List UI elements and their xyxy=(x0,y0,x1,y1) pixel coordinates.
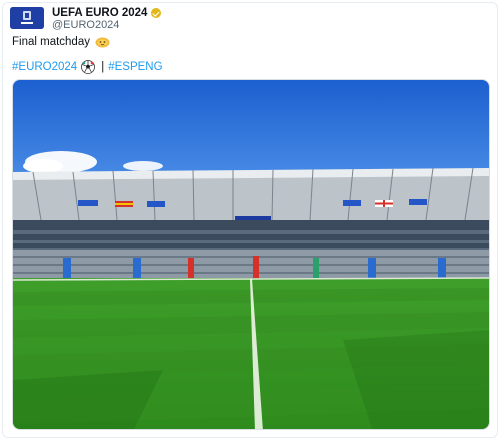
hashtag-row: #EURO2024 | #ESPENG xyxy=(12,60,163,74)
trophy-emoji-icon xyxy=(95,37,110,48)
hashtag-euro2024[interactable]: #EURO2024 xyxy=(12,61,77,73)
name-block: UEFA EURO 2024 @EURO2024 xyxy=(52,7,162,32)
display-name[interactable]: UEFA EURO 2024 xyxy=(52,7,147,19)
avatar[interactable] xyxy=(10,7,44,29)
tweet-text: Final matchday xyxy=(12,36,110,48)
hashtag-espeng[interactable]: #ESPENG xyxy=(108,61,162,73)
separator: | xyxy=(101,61,105,73)
soccer-ball-emoji-icon xyxy=(81,60,96,74)
euro2024-logo xyxy=(10,7,44,29)
tweet-media[interactable] xyxy=(12,79,490,430)
stadium-photo xyxy=(13,80,489,429)
user-handle[interactable]: @EURO2024 xyxy=(52,20,161,32)
display-name-row[interactable]: UEFA EURO 2024 xyxy=(52,7,162,19)
tweet-header: UEFA EURO 2024 @EURO2024 xyxy=(10,7,162,32)
tweet-body: Final matchday xyxy=(12,36,90,48)
verified-badge-icon xyxy=(151,8,162,19)
